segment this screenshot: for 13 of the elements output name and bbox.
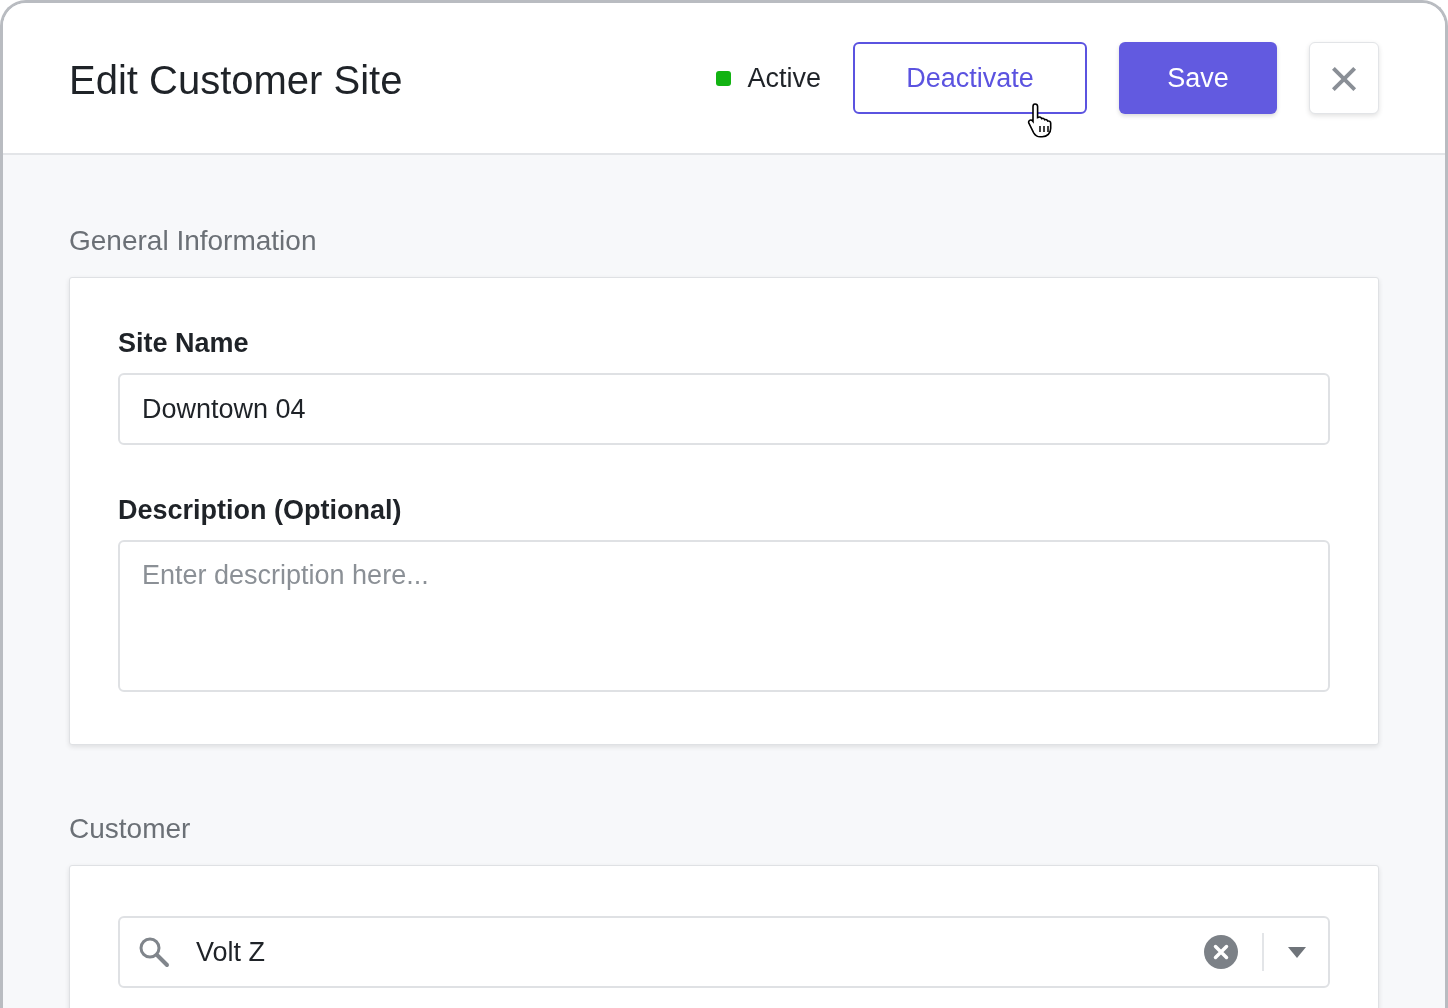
caret-icon[interactable] [1288,946,1306,958]
field-label: Description (Optional) [118,495,403,526]
dialog-title: Edit Customer Site [69,57,404,103]
site-name-field[interactable]: Downtown 04 [118,373,1330,445]
search-icon [138,936,170,968]
customer-select[interactable]: Volt Z [118,916,1330,988]
status-label: Active [747,62,821,94]
section-title: Customer [69,813,192,845]
description-field[interactable]: Enter description here... [118,540,1330,692]
clear-icon[interactable] [1204,935,1238,969]
field-label: Site Name [118,328,250,359]
section-title: General Information [69,225,318,257]
save-button[interactable]: Save [1119,42,1277,114]
